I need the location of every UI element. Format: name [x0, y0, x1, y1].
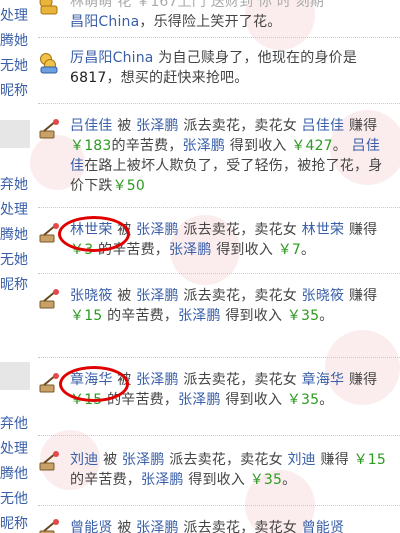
user-link[interactable]: 张泽鹏: [136, 372, 179, 388]
left-sidebar: 处理 腾她 无她 昵称 弃她 处理 腾她 无她 昵称 弃他 处理 腾他 无他 昵…: [0, 0, 30, 533]
user-link[interactable]: 昌阳China: [70, 14, 139, 30]
user-link[interactable]: 厉昌阳China: [70, 50, 154, 66]
sidebar-link[interactable]: 处理: [0, 439, 30, 459]
user-link[interactable]: 吕佳佳: [302, 118, 345, 134]
user-link[interactable]: 吕佳佳: [70, 118, 113, 134]
feed-item: 林世荣 被 张泽鹏 派去卖花，卖花女 林世荣 赚得 ￥3 的辛苦费，张泽鹏 得到…: [30, 208, 400, 274]
activity-feed: 林萌萌 花 ￥167上门 送财到 你 时 刻期 昌阳China，乐得险上笑开了花…: [30, 0, 400, 533]
feed-item: 刘迪 被 张泽鹏 派去卖花，卖花女 刘迪 赚得 ￥15 的辛苦费，张泽鹏 得到收…: [30, 436, 400, 506]
sidebar-link[interactable]: 腾她: [0, 31, 30, 51]
user-link[interactable]: 张泽鹏: [178, 392, 221, 408]
feed-item: 曾能贤 被 张泽鹏 派去卖花，卖花女 曾能贤: [30, 506, 400, 533]
user-link[interactable]: 章海华: [302, 372, 345, 388]
sidebar-link[interactable]: 弃他: [0, 414, 30, 434]
highlight-circle: [58, 216, 130, 252]
user-link[interactable]: 张泽鹏: [169, 242, 212, 258]
sidebar-link[interactable]: 无她: [0, 56, 30, 76]
sidebar-link[interactable]: 腾她: [0, 225, 30, 245]
coins-icon: [39, 0, 58, 15]
highlight-circle: [59, 366, 129, 402]
sidebar-link[interactable]: 弃她: [0, 175, 30, 195]
user-link[interactable]: 张泽鹏: [141, 472, 184, 488]
feed-item: 张晓筱 被 张泽鹏 派去卖花，卖花女 张晓筱 赚得 ￥15 的辛苦费，张泽鹏 得…: [30, 274, 400, 358]
user-link[interactable]: 张泽鹏: [178, 308, 221, 324]
feed-item: 章海华 被 张泽鹏 派去卖花，卖花女 章海华 赚得 ￥15 的辛苦费，张泽鹏 得…: [30, 358, 400, 436]
user-link[interactable]: 曾能贤: [70, 520, 113, 533]
sidebar-link[interactable]: 昵称: [0, 514, 30, 533]
flower-broom-icon: [39, 119, 59, 139]
flower-broom-icon: [39, 519, 59, 533]
user-link[interactable]: 林世荣: [302, 222, 345, 238]
sidebar-link[interactable]: 腾他: [0, 464, 30, 484]
flower-broom-icon: [39, 223, 59, 243]
sidebar-link[interactable]: 昵称: [0, 275, 30, 295]
user-link[interactable]: 张泽鹏: [136, 118, 179, 134]
sidebar-link[interactable]: 昵称: [0, 81, 30, 101]
sidebar-link[interactable]: 处理: [0, 6, 30, 26]
sidebar-link[interactable]: 无他: [0, 489, 30, 509]
user-link[interactable]: 张泽鹏: [136, 288, 179, 304]
sidebar-section-bar: [0, 362, 30, 390]
feed-item: 林萌萌 花 ￥167上门 送财到 你 时 刻期 昌阳China，乐得险上笑开了花…: [30, 0, 400, 38]
sidebar-link[interactable]: 处理: [0, 200, 30, 220]
sidebar-link[interactable]: 无她: [0, 250, 30, 270]
user-link[interactable]: 曾能贤: [302, 520, 345, 533]
user-link[interactable]: 张晓筱: [302, 288, 345, 304]
sidebar-section-bar: [0, 120, 30, 148]
flower-broom-icon: [39, 289, 59, 309]
flower-broom-icon: [39, 373, 59, 393]
user-link[interactable]: 张泽鹏: [183, 138, 226, 154]
user-link[interactable]: 张泽鹏: [136, 520, 179, 533]
user-link[interactable]: 刘迪: [287, 452, 315, 468]
feed-item: 吕佳佳 被 张泽鹏 派去卖花，卖花女 吕佳佳 赚得 ￥183的辛苦费，张泽鹏 得…: [30, 104, 400, 208]
user-link[interactable]: 张晓筱: [70, 288, 113, 304]
user-link[interactable]: 刘迪: [70, 452, 98, 468]
user-link[interactable]: 张泽鹏: [136, 222, 179, 238]
feed-item: 厉昌阳China 为自己赎身了，他现在的身价是6817，想买的赶快来抢吧。: [30, 40, 400, 104]
user-link[interactable]: 张泽鹏: [122, 452, 165, 468]
coins-icon: [40, 53, 58, 74]
flower-broom-icon: [39, 451, 59, 471]
